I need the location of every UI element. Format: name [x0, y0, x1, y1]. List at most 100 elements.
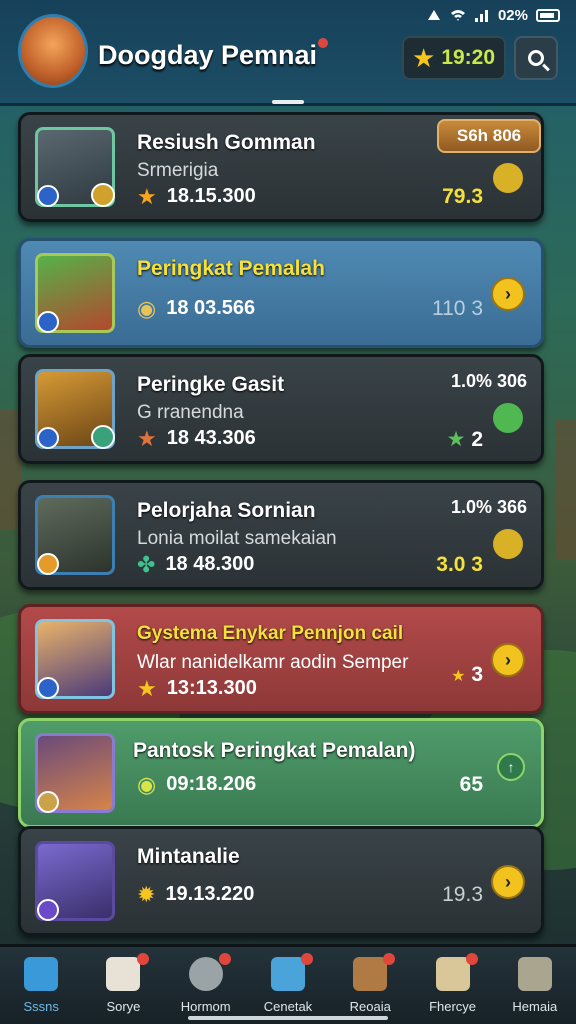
rank-badge-icon [37, 427, 59, 449]
right-value: ★ 2 [447, 427, 483, 452]
item-subtitle: G rranendna [137, 402, 244, 423]
score-value: 19.13.220 [165, 883, 255, 905]
level-badge-icon [91, 425, 115, 449]
rank-badge-icon [37, 553, 59, 575]
right-value: 110 3 [432, 297, 483, 320]
leaf-icon [493, 403, 523, 433]
home-icon [24, 957, 59, 991]
score-row: ★ 13:13.300 [137, 677, 257, 700]
notification-dot [318, 38, 328, 48]
gear-icon: ✹ [137, 881, 156, 907]
coin-balance[interactable]: ★ 19:20 [402, 36, 506, 80]
score-row: ★ 18 43.306 [137, 427, 256, 450]
right-value: 79.3 [442, 185, 483, 208]
right-value-text: 2 [471, 428, 483, 451]
list-item[interactable]: Peringkat Pemalah ◉ 18 03.566 110 3 › [18, 238, 544, 348]
nav-item-flag[interactable]: Cenetak [247, 947, 329, 1024]
score-row: ✤ 18 48.300 [137, 553, 254, 576]
score-value: 18 48.300 [165, 553, 255, 575]
right-value-text: 3 [471, 663, 483, 686]
star-icon: ★ [137, 675, 157, 701]
notification-dot [218, 953, 231, 965]
list-item[interactable]: Pelorjaha Sornian Lonia moilat samekaian… [18, 480, 544, 590]
nav-item-crate[interactable]: Fhercye [411, 947, 493, 1024]
badge-icon: ◉ [137, 295, 157, 321]
rank-badge-icon [37, 185, 59, 207]
status-bar: 02% [0, 0, 576, 30]
search-button[interactable] [514, 36, 558, 80]
score-row: ◉ 09:18.206 [137, 773, 256, 796]
item-title: Resiush Gomman [137, 131, 316, 154]
coin-balance-value: 19:20 [441, 46, 496, 69]
nav-item-target[interactable]: Hormom [165, 947, 247, 1024]
star-icon: ★ [412, 43, 436, 73]
flag-icon [270, 957, 305, 991]
star-icon: ★ [137, 425, 157, 451]
cellular-icon [474, 10, 488, 22]
header-indicator [272, 100, 304, 104]
wifi-icon [450, 10, 465, 21]
level-badge-icon [91, 183, 115, 207]
rank-badge-icon [37, 311, 59, 333]
nav-label: Sorye [106, 999, 141, 1014]
battery-icon [536, 8, 560, 22]
score-value: 18.15.300 [166, 185, 256, 207]
list-item[interactable]: Gystema Enykar Pennjon cail Wlar nanidel… [18, 604, 544, 714]
chevron-right-icon[interactable]: › [491, 643, 525, 677]
list-item[interactable]: Pantosk Peringkat Pemalan) ◉ 09:18.206 6… [18, 718, 544, 828]
nav-label: Hormom [180, 999, 231, 1014]
nav-label: Fhercye [429, 999, 477, 1014]
star-icon: ★ [446, 428, 466, 451]
box-icon [106, 957, 141, 991]
star-icon: ★ [137, 183, 157, 209]
nav-label: Reoaia [349, 999, 391, 1014]
list-item[interactable]: Resiush Gomman Srmerigia ★ 18.15.300 S6h… [18, 112, 544, 222]
list-item[interactable]: Mintanalie ✹ 19.13.220 19.3 › [18, 826, 544, 936]
up-arrow-icon[interactable]: ↑ [497, 753, 525, 781]
right-value: ★ 3 [451, 663, 483, 687]
home-indicator [188, 1016, 388, 1020]
rank-badge-icon [37, 791, 59, 813]
score-row: ✹ 19.13.220 [137, 883, 254, 906]
status-pill[interactable]: S6h 806 [437, 119, 541, 153]
score-value: 13:13.300 [166, 677, 257, 699]
nav-item-box[interactable]: Sorye [82, 947, 164, 1024]
notification-dot [465, 953, 478, 965]
nav-item-chest[interactable]: Reoaia [329, 947, 411, 1024]
right-value: 19.3 [442, 883, 483, 906]
chevron-right-icon[interactable]: › [491, 277, 525, 311]
target-icon [188, 957, 223, 991]
star-icon: ★ [451, 668, 466, 685]
notification-dot [383, 953, 396, 965]
chevron-right-icon[interactable]: › [491, 865, 525, 899]
score-value: 18 03.566 [166, 297, 256, 319]
item-title: Gystema Enykar Pennjon cail [137, 623, 404, 644]
coin-icon [493, 529, 523, 559]
right-top-value: 1.0% 306 [450, 371, 527, 391]
score-value: 09:18.206 [166, 773, 257, 795]
item-title: Pelorjaha Sornian [137, 499, 316, 522]
crate-icon [435, 957, 470, 991]
item-title: Peringke Gasit [137, 373, 285, 396]
clover-icon: ✤ [137, 551, 156, 577]
signal-icon [427, 10, 440, 20]
nav-item-trophy[interactable]: Hemaia [494, 947, 576, 1024]
app-title: Doogday Pemnai [98, 40, 318, 70]
list-item[interactable]: Peringke Gasit G rranendna ★ 18 43.306 1… [18, 354, 544, 464]
trophy-icon [517, 957, 552, 991]
notification-dot [301, 953, 314, 965]
rank-badge-icon [37, 677, 59, 699]
nav-item-home[interactable]: Sssns [0, 947, 82, 1024]
right-value: 65 [459, 773, 483, 796]
search-icon [528, 50, 544, 66]
right-top-value: 1.0% 366 [450, 497, 527, 517]
item-subtitle: Lonia moilat samekaian [137, 528, 337, 549]
nav-label: Sssns [23, 999, 59, 1014]
item-title: Peringkat Pemalah [137, 257, 325, 280]
item-title: Mintanalie [137, 845, 240, 868]
badge-icon: ◉ [137, 771, 157, 797]
nav-label: Hemaia [512, 999, 558, 1014]
coin-icon [493, 163, 523, 193]
nav-label: Cenetak [263, 999, 313, 1014]
score-row: ★ 18.15.300 [137, 185, 256, 208]
